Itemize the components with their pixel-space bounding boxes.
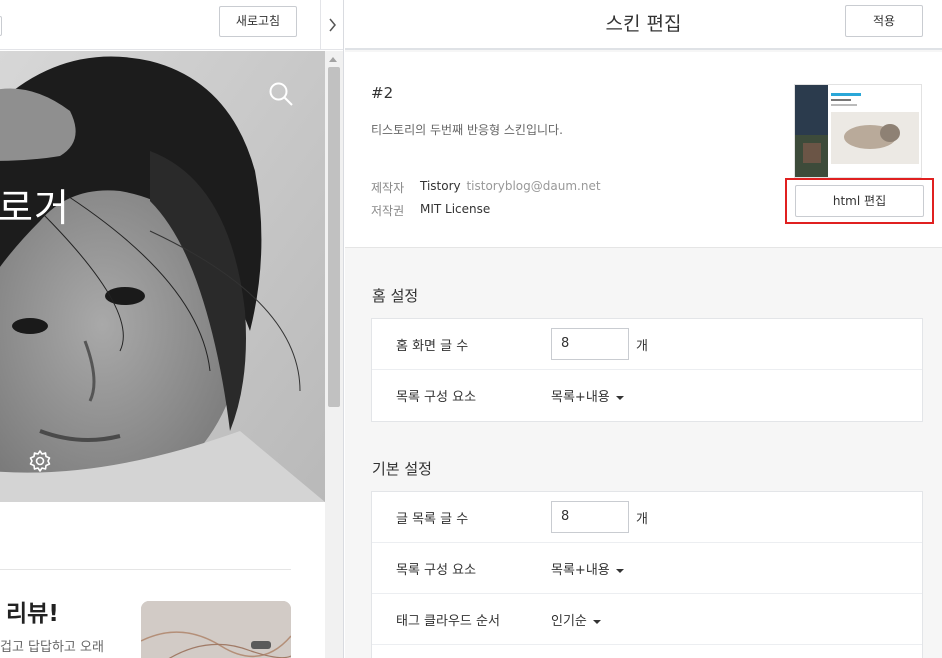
divider — [0, 569, 291, 570]
list-count-input[interactable]: 8 — [551, 501, 629, 533]
skin-description: 티스토리의 두번째 반응형 스킨입니다. — [371, 123, 563, 137]
html-edit-highlight: html 편집 — [785, 178, 934, 224]
basic-list-component-select[interactable]: 목록+내용 — [551, 559, 624, 578]
chevron-right-icon — [329, 18, 336, 32]
tag-cloud-value: 인기순 — [551, 614, 587, 629]
basic-list-component-label: 목록 구성 요소 — [396, 563, 477, 578]
author-email: tistoryblog@daum.net — [466, 179, 601, 193]
basic-list-component-value: 목록+내용 — [551, 563, 610, 578]
blog-preview-pane: 새로고침 로거 리뷰! 겁고 답답하고 오래 — [0, 0, 344, 658]
blog-hero-image: 로거 — [0, 51, 325, 502]
author-value: Tistory tistoryblog@daum.net — [420, 179, 601, 193]
home-list-component-select[interactable]: 목록+내용 — [551, 386, 624, 405]
basic-settings-title: 기본 설정 — [372, 460, 432, 478]
scroll-up-icon[interactable] — [329, 57, 337, 62]
scrollbar-thumb[interactable] — [328, 67, 340, 407]
basic-list-component-row: 목록 구성 요소 목록+내용 — [372, 543, 922, 594]
list-count-unit: 개 — [636, 512, 648, 527]
license-label: 저작권 — [371, 204, 405, 218]
blog-title: 로거 — [0, 186, 70, 230]
preview-scrollbar[interactable] — [325, 51, 343, 658]
author-name: Tistory — [420, 179, 461, 193]
tag-cloud-row: 태그 클라우드 순서 인기순 — [372, 594, 922, 645]
settings-gear-icon[interactable] — [28, 449, 52, 473]
settings-header: 스킨 편집 적용 — [345, 0, 942, 50]
home-list-component-row: 목록 구성 요소 목록+내용 — [372, 370, 922, 421]
skin-thumbnail-image — [795, 85, 921, 177]
preview-toolbar: 새로고침 — [0, 0, 320, 50]
home-settings-card: 홈 화면 글 수 8 개 목록 구성 요소 목록+내용 — [371, 318, 923, 422]
post-thumbnail[interactable] — [141, 601, 291, 658]
home-post-count-label: 홈 화면 글 수 — [396, 339, 469, 354]
skin-name: #2 — [371, 84, 394, 102]
home-list-component-label: 목록 구성 요소 — [396, 390, 477, 405]
earphone-photo — [141, 601, 291, 658]
refresh-button[interactable]: 새로고침 — [219, 6, 297, 37]
search-icon[interactable] — [268, 81, 294, 107]
list-count-label: 글 목록 글 수 — [396, 512, 469, 527]
skin-preview-thumbnail — [794, 84, 922, 178]
collapse-preview-button[interactable] — [320, 0, 343, 50]
post-title[interactable]: 리뷰! — [6, 594, 59, 628]
skin-info-panel: #2 티스토리의 두번째 반응형 스킨입니다. 제작자 Tistory tist… — [345, 52, 942, 248]
portrait-photo — [0, 51, 325, 502]
post-excerpt: 겁고 답답하고 오래 — [0, 640, 104, 655]
tag-cloud-select[interactable]: 인기순 — [551, 610, 601, 629]
home-list-component-value: 목록+내용 — [551, 390, 610, 405]
home-post-count-row: 홈 화면 글 수 8 개 — [372, 319, 922, 370]
html-edit-button[interactable]: html 편집 — [795, 185, 924, 217]
home-post-count-input[interactable]: 8 — [551, 328, 629, 360]
caret-down-icon — [592, 619, 601, 624]
license-value: MIT License — [420, 202, 491, 216]
home-post-count-unit: 개 — [636, 339, 648, 354]
caret-down-icon — [615, 395, 624, 400]
basic-settings-card: 글 목록 글 수 8 개 목록 구성 요소 목록+내용 태그 클라우드 순서 인… — [371, 491, 923, 658]
tag-cloud-label: 태그 클라우드 순서 — [396, 614, 500, 629]
preview-control-stub[interactable] — [0, 16, 2, 36]
author-label: 제작자 — [371, 181, 405, 195]
caret-down-icon — [615, 568, 624, 573]
skin-settings-pane: 스킨 편집 적용 #2 티스토리의 두번째 반응형 스킨입니다. 제작자 Tis… — [345, 0, 942, 658]
home-settings-title: 홈 설정 — [372, 287, 419, 305]
apply-button[interactable]: 적용 — [845, 5, 923, 37]
skin-editor: 새로고침 로거 리뷰! 겁고 답답하고 오래 스킨 편집 적용 #2 티스토리의… — [0, 0, 942, 658]
list-count-row: 글 목록 글 수 8 개 — [372, 492, 922, 543]
